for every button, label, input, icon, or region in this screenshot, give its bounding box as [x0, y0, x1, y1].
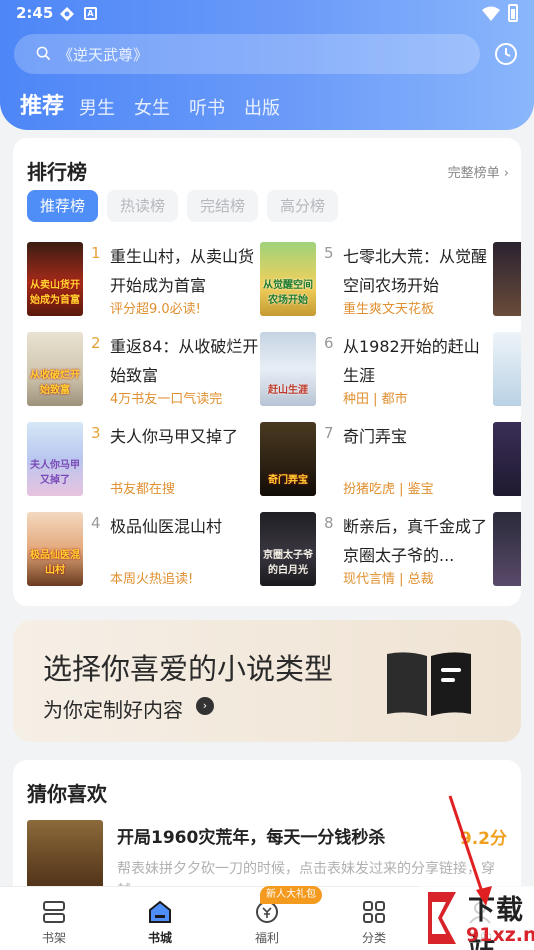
nav-label: 书架 — [41, 931, 66, 945]
rank-title: 排行榜 — [27, 160, 87, 184]
book-tag: 本周火热追读! — [110, 572, 194, 587]
rank-number: 6 — [324, 334, 334, 352]
book-title: 从1982开始的赶山生涯 — [343, 337, 480, 385]
rank-number: 8 — [324, 514, 334, 532]
annotation-arrow — [448, 795, 492, 906]
guess-title: 猜你喜欢 — [27, 782, 107, 806]
newbie-gift-badge[interactable]: 新人大礼包 — [260, 886, 322, 904]
book-cover: 赶山生涯 — [260, 332, 316, 406]
book-cover: 极品仙医混山村 — [27, 512, 83, 586]
book-tag: 扮猪吃虎 | 鉴宝 — [343, 482, 434, 497]
bookshelf-icon — [43, 901, 65, 923]
tab-recommend[interactable]: 推荐 — [20, 88, 64, 120]
book-title: 重生山村，从卖山货开始成为首富 — [110, 247, 255, 295]
tab-audiobook[interactable]: 听书 — [189, 94, 225, 120]
book-title: 断亲后，真千金成了京圈太子爷的... — [343, 517, 488, 565]
cover-text: 从卖山货开始成为首富 — [30, 280, 80, 306]
top-tabs: 推荐 男生 女生 听书 出版 — [20, 88, 299, 120]
book-cover: 奇门弄宝 — [260, 422, 316, 496]
open-book-icon — [387, 652, 471, 716]
book-cover-peek[interactable] — [493, 512, 521, 586]
banner-title: 选择你喜爱的小说类型 — [43, 652, 334, 686]
status-bar: 2:45 A — [0, 0, 534, 30]
status-time: 2:45 — [16, 4, 54, 22]
book-cover-peek[interactable] — [493, 422, 521, 496]
chevron-right-icon: › — [499, 166, 509, 181]
book-title: 夫人你马甲又掉了 — [110, 427, 239, 446]
rank-book[interactable]: 从收破烂开始致富 2 重返84：从收破烂开始致富 4万书友一口气读完 — [27, 332, 267, 408]
history-clock-icon[interactable] — [494, 42, 518, 66]
book-cover: 夫人你马甲又掉了 — [27, 422, 83, 496]
app-notification-icon — [60, 7, 74, 21]
watermark-domain: 91xz.net — [466, 924, 534, 946]
category-icon — [363, 901, 385, 923]
rank-book[interactable]: 赶山生涯 6 从1982开始的赶山生涯 种田 | 都市 — [260, 332, 500, 408]
book-cover: 京圈太子爷的白月光 — [260, 512, 316, 586]
pill-recommend[interactable]: 推荐榜 — [27, 190, 99, 222]
book-cover: 从收破烂开始致富 — [27, 332, 83, 406]
book-tag: 评分超9.0必读! — [110, 302, 201, 317]
rank-number: 5 — [324, 244, 334, 262]
pill-score[interactable]: 高分榜 — [267, 190, 339, 222]
book-title: 奇门弄宝 — [343, 427, 408, 446]
book-title: 重返84：从收破烂开始致富 — [110, 337, 259, 385]
cover-text: 极品仙医混山村 — [30, 550, 80, 576]
tab-female[interactable]: 女生 — [134, 94, 170, 120]
rank-book[interactable]: 京圈太子爷的白月光 8 断亲后，真千金成了京圈太子爷的... 现代言情 | 总裁 — [260, 512, 500, 588]
nav-category[interactable]: 分类 — [334, 887, 414, 950]
tab-published[interactable]: 出版 — [244, 94, 280, 120]
rank-number: 7 — [324, 424, 334, 442]
book-cover-peek[interactable] — [493, 332, 521, 406]
cover-text: 赶山生涯 — [268, 385, 308, 396]
book-title: 极品仙医混山村 — [110, 517, 223, 536]
pill-hot[interactable]: 热读榜 — [107, 190, 179, 222]
rank-number: 3 — [91, 424, 101, 442]
guess-book-title[interactable]: 开局1960灾荒年，每天一分钱秒杀 — [117, 823, 385, 848]
search-bar[interactable]: 《逆天武尊》 — [14, 34, 480, 74]
pill-finished[interactable]: 完结榜 — [187, 190, 259, 222]
header: 2:45 A 《逆天武尊》 推荐 男生 女生 听书 出版 — [0, 0, 534, 130]
full-rank-link[interactable]: 完整榜单 › — [448, 162, 509, 181]
rank-book[interactable]: 从觉醒空间农场开始 5 七零北大荒：从觉醒空间农场开始 重生爽文天花板 — [260, 242, 500, 318]
cover-text: 夫人你马甲又掉了 — [30, 460, 80, 486]
nav-label: 书城 — [147, 931, 172, 945]
nav-bookshelf[interactable]: 书架 — [14, 887, 94, 950]
book-tag: 种田 | 都市 — [343, 392, 408, 407]
nav-label: 福利 — [254, 931, 279, 945]
rank-number: 1 — [91, 244, 101, 262]
rank-pills: 推荐榜 热读榜 完结榜 高分榜 — [27, 190, 347, 222]
battery-icon — [508, 4, 518, 22]
nav-bookstore[interactable]: 书城 — [120, 887, 200, 950]
genre-banner[interactable]: 选择你喜爱的小说类型 为你定制好内容 › — [13, 620, 521, 742]
rank-card: 排行榜 完整榜单 › 推荐榜 热读榜 完结榜 高分榜 从卖山货开始成为首富 1 … — [13, 138, 521, 606]
book-tag: 重生爽文天花板 — [343, 302, 435, 317]
book-cover: 从卖山货开始成为首富 — [27, 242, 83, 316]
rank-book[interactable]: 奇门弄宝 7 奇门弄宝 扮猪吃虎 | 鉴宝 — [260, 422, 500, 498]
rank-book[interactable]: 极品仙医混山村 4 极品仙医混山村 本周火热追读! — [27, 512, 267, 588]
book-tag: 现代言情 | 总裁 — [343, 572, 434, 587]
rank-number: 2 — [91, 334, 101, 352]
cover-text: 奇门弄宝 — [268, 475, 308, 486]
book-title: 七零北大荒：从觉醒空间农场开始 — [343, 247, 488, 295]
cover-text: 从收破烂开始致富 — [30, 370, 80, 396]
wifi-icon — [482, 6, 500, 21]
search-placeholder: 《逆天武尊》 — [58, 46, 149, 64]
cover-text: 从觉醒空间农场开始 — [263, 280, 313, 306]
tab-male[interactable]: 男生 — [79, 94, 115, 120]
book-cover-peek[interactable] — [493, 242, 521, 316]
full-rank-label: 完整榜单 — [447, 166, 500, 181]
search-icon — [36, 46, 51, 61]
arrow-right-icon: › — [196, 697, 214, 715]
rank-book[interactable]: 从卖山货开始成为首富 1 重生山村，从卖山货开始成为首富 评分超9.0必读! — [27, 242, 267, 318]
bookstore-icon — [149, 900, 171, 923]
nav-label: 分类 — [361, 931, 386, 945]
keyboard-notification-icon: A — [84, 7, 97, 20]
rank-number: 4 — [91, 514, 101, 532]
banner-subtitle: 为你定制好内容 — [43, 698, 183, 722]
book-cover: 从觉醒空间农场开始 — [260, 242, 316, 316]
book-tag: 4万书友一口气读完 — [110, 392, 223, 407]
rank-book[interactable]: 夫人你马甲又掉了 3 夫人你马甲又掉了 书友都在搜 — [27, 422, 267, 498]
book-tag: 书友都在搜 — [110, 482, 176, 497]
cover-text: 京圈太子爷的白月光 — [263, 550, 313, 576]
